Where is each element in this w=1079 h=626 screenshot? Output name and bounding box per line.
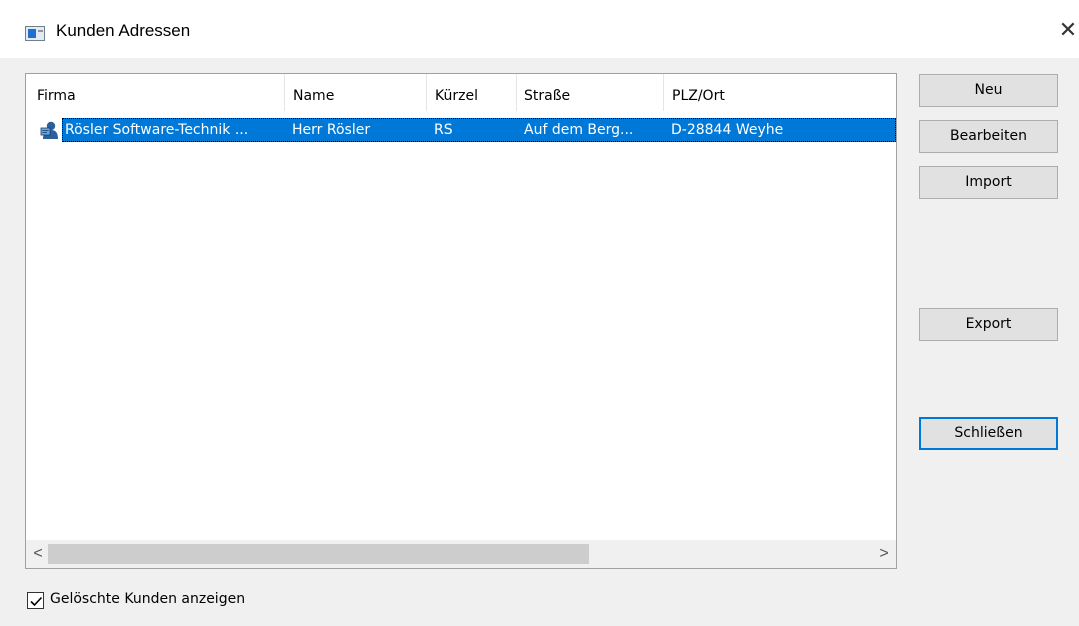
list-header: Firma Name Kürzel Straße PLZ/Ort (26, 74, 896, 111)
export-button[interactable]: Export (919, 308, 1058, 341)
cell-firma: Rösler Software-Technik ... (65, 122, 249, 138)
scroll-left-arrow[interactable]: < (28, 540, 48, 568)
app-window-icon (25, 26, 45, 41)
bearbeiten-button[interactable]: Bearbeiten (919, 120, 1058, 153)
close-button[interactable]: ✕ (1056, 18, 1079, 42)
column-header-strasse[interactable]: Straße (521, 74, 663, 111)
show-deleted-checkbox[interactable] (27, 592, 44, 609)
cell-plz-ort: D-28844 Weyhe (671, 122, 784, 138)
show-deleted-label[interactable]: Gelöschte Kunden anzeigen (50, 591, 245, 607)
customer-list[interactable]: Firma Name Kürzel Straße PLZ/Ort Rösler … (25, 73, 897, 569)
neu-button[interactable]: Neu (919, 74, 1058, 107)
window-title: Kunden Adressen (56, 21, 191, 40)
cell-kuerzel: RS (434, 122, 453, 138)
scroll-thumb[interactable] (48, 544, 589, 564)
column-header-kuerzel[interactable]: Kürzel (432, 74, 516, 111)
customer-addresses-dialog: Kunden Adressen ✕ Firma Name Kürzel Stra… (0, 0, 1079, 626)
column-header-name[interactable]: Name (290, 74, 426, 111)
schliessen-button[interactable]: Schließen (919, 417, 1058, 450)
cell-name: Herr Rösler (292, 122, 371, 138)
column-header-firma[interactable]: Firma (34, 74, 284, 111)
import-button[interactable]: Import (919, 166, 1058, 199)
checkmark-icon (30, 596, 43, 607)
column-header-plz-ort[interactable]: PLZ/Ort (669, 74, 894, 111)
customer-icon (40, 121, 58, 139)
horizontal-scrollbar[interactable]: < > (26, 540, 896, 568)
table-row[interactable]: Rösler Software-Technik ... Herr Rösler … (62, 118, 896, 142)
title-bar: Kunden Adressen ✕ (0, 0, 1079, 58)
scroll-right-arrow[interactable]: > (874, 540, 894, 568)
cell-strasse: Auf dem Berg... (524, 122, 634, 138)
